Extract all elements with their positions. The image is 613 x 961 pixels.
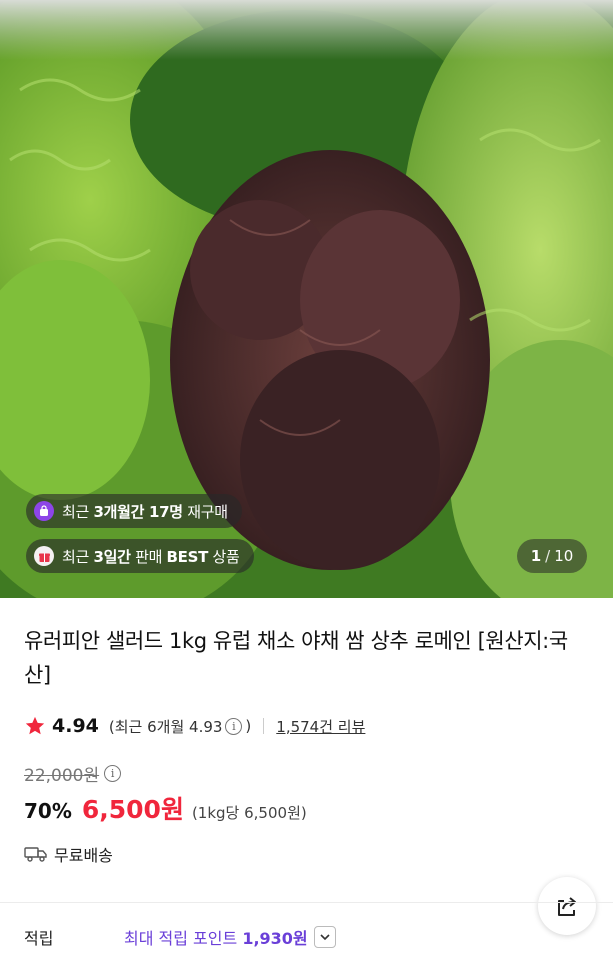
points-expand-button[interactable] — [313, 926, 336, 948]
original-price-row: 22,000원 i — [24, 760, 124, 786]
chevron-down-icon — [320, 934, 330, 941]
rating-row: 4.94 (최근 6개월 4.93 i ) 1,574건 리뷰 — [24, 711, 365, 741]
original-price: 22,000원 — [24, 765, 100, 786]
recent-rating: (최근 6개월 4.93 i ) — [108, 717, 252, 736]
points-label: 적립 — [24, 929, 54, 948]
best-seller-text: 최근 3일간 판매 BEST 상품 — [62, 547, 240, 566]
product-title: 유러피안 샐러드 1kg 유럽 채소 야채 쌈 상추 로메인 [원산지:국산] — [24, 629, 568, 687]
divider — [263, 718, 265, 734]
shipping-text: 무료배송 — [54, 846, 113, 865]
gift-icon — [34, 546, 54, 566]
repurchase-badge: 최근 3개월간 17명 재구매 — [26, 494, 242, 528]
sale-price: 6,500원 — [81, 795, 184, 824]
points-row: 적립 최대 적립 포인트 1,930원 — [24, 922, 524, 952]
section-divider — [0, 902, 613, 903]
shipping-row: 무료배송 — [24, 840, 113, 868]
truck-icon — [24, 847, 47, 862]
rating-score: 4.94 — [52, 715, 99, 737]
share-button[interactable] — [538, 877, 596, 935]
shopping-bag-icon — [34, 501, 54, 521]
discount-rate: 70% — [24, 799, 72, 823]
star-icon — [25, 716, 45, 735]
points-value: 최대 적립 포인트 1,930원 — [124, 929, 308, 948]
best-seller-badge: 최근 3일간 판매 BEST 상품 — [26, 539, 254, 573]
price-info-icon[interactable]: i — [104, 764, 122, 782]
unit-price: (1kg당 6,500원) — [191, 804, 307, 822]
share-icon — [558, 897, 576, 916]
info-icon[interactable]: i — [225, 717, 243, 735]
price-row: 70% 6,500원 (1kg당 6,500원) — [24, 790, 307, 826]
product-image[interactable]: 최근 3개월간 17명 재구매 최근 3일간 판매 BEST 상품 1/10 — [0, 0, 613, 598]
image-page-counter: 1/10 — [517, 539, 587, 573]
repurchase-text: 최근 3개월간 17명 재구매 — [62, 502, 228, 521]
reviews-link[interactable]: 1,574건 리뷰 — [276, 716, 365, 737]
